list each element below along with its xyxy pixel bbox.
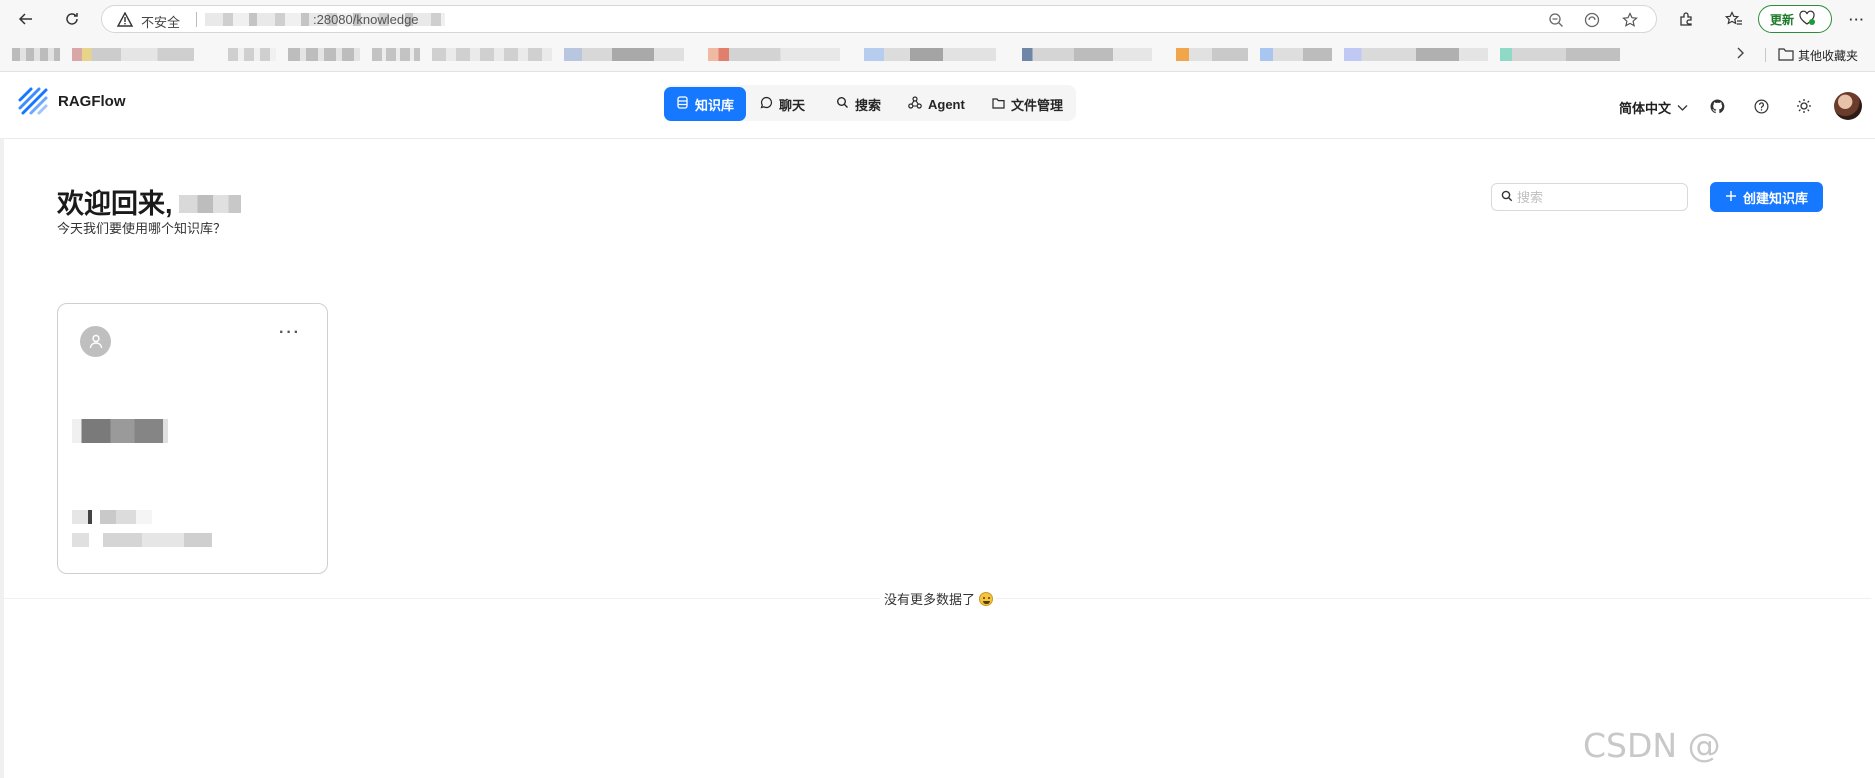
chevron-right-icon[interactable] bbox=[1734, 46, 1746, 63]
bookmark-item[interactable] bbox=[864, 48, 996, 61]
user-icon bbox=[80, 326, 111, 357]
other-favorites-label: 其他收藏夹 bbox=[1798, 49, 1859, 63]
watermark: CSDN @ bbox=[1583, 726, 1721, 765]
user-avatar[interactable] bbox=[1834, 92, 1862, 120]
tab-agent[interactable]: Agent bbox=[896, 87, 977, 121]
tab-search[interactable]: 搜索 bbox=[824, 87, 893, 121]
address-separator bbox=[196, 12, 197, 27]
database-icon bbox=[676, 96, 689, 112]
no-more-label: 没有更多数据了 bbox=[884, 592, 976, 607]
search-icon bbox=[836, 96, 849, 112]
search-input[interactable] bbox=[1517, 189, 1677, 205]
bookmark-item[interactable] bbox=[1176, 48, 1248, 61]
ragflow-logo-icon[interactable] bbox=[17, 86, 49, 119]
other-favorites[interactable]: 其他收藏夹 bbox=[1778, 47, 1858, 64]
bookmark-item[interactable] bbox=[72, 48, 194, 61]
update-label: 更新 bbox=[1770, 12, 1795, 27]
star-icon[interactable] bbox=[1620, 10, 1640, 30]
welcome-text: 欢迎回来, bbox=[57, 189, 173, 219]
folder-icon bbox=[992, 97, 1005, 112]
update-button[interactable]: 更新 bbox=[1758, 5, 1832, 33]
warning-icon[interactable] bbox=[116, 11, 134, 30]
sun-icon[interactable] bbox=[1793, 95, 1815, 117]
agent-graph-icon bbox=[908, 96, 922, 112]
main-nav: 知识库 聊天 搜索 Agent 文件管理 bbox=[664, 85, 1076, 121]
browser-menu-button[interactable]: ··· bbox=[1843, 5, 1871, 33]
bookmark-item[interactable] bbox=[1022, 48, 1152, 61]
plus-icon bbox=[1725, 190, 1737, 205]
extensions-icon[interactable] bbox=[1672, 5, 1700, 33]
chevron-down-icon bbox=[1677, 100, 1688, 115]
tab-label: 文件管理 bbox=[1011, 97, 1064, 113]
grinning-face-icon bbox=[979, 591, 994, 606]
address-bar[interactable]: 不安全 :28080/knowledge bbox=[101, 5, 1657, 33]
bookmark-item[interactable] bbox=[1344, 48, 1488, 61]
language-label: 简体中文 bbox=[1619, 101, 1672, 116]
bookmark-item[interactable] bbox=[288, 48, 360, 61]
insecure-label[interactable]: 不安全 bbox=[141, 12, 180, 31]
app-name[interactable]: RAGFlow bbox=[58, 93, 126, 110]
create-button-label: 创建知识库 bbox=[1742, 190, 1808, 206]
translate-icon[interactable] bbox=[1582, 10, 1602, 30]
bookmark-item[interactable] bbox=[228, 48, 276, 61]
redacted-username bbox=[178, 194, 241, 213]
bookmarks-bar: 其他收藏夹 bbox=[0, 38, 1875, 72]
heart-pulse-icon bbox=[1798, 10, 1816, 29]
bookmark-item[interactable] bbox=[708, 48, 840, 61]
more-options-icon[interactable]: ··· bbox=[279, 324, 301, 342]
bookmark-item[interactable] bbox=[1500, 48, 1620, 61]
app-header: RAGFlow 知识库 聊天 搜索 Agent 文件管理 简体中文 bbox=[0, 73, 1875, 139]
welcome-heading: 欢迎回来, bbox=[57, 182, 241, 221]
bookmark-item[interactable] bbox=[372, 48, 420, 61]
refresh-icon[interactable] bbox=[58, 5, 86, 33]
zoom-out-icon[interactable] bbox=[1546, 10, 1566, 30]
tab-knowledge[interactable]: 知识库 bbox=[664, 87, 747, 121]
tab-label: 搜索 bbox=[855, 97, 882, 113]
list-end-divider bbox=[996, 598, 1871, 599]
favorites-icon[interactable] bbox=[1720, 5, 1748, 33]
bookmark-item[interactable] bbox=[1260, 48, 1332, 61]
tab-files[interactable]: 文件管理 bbox=[980, 87, 1075, 121]
redacted-card-meta bbox=[72, 533, 212, 547]
redacted-card-title bbox=[72, 419, 168, 443]
bookmark-item[interactable] bbox=[432, 48, 552, 61]
tab-label: 知识库 bbox=[695, 97, 735, 113]
page-subtitle: 今天我们要使用哪个知识库？ bbox=[57, 221, 227, 236]
help-icon[interactable] bbox=[1750, 95, 1772, 117]
folder-icon bbox=[1778, 47, 1794, 64]
search-icon bbox=[1501, 190, 1513, 205]
no-more-data: 没有更多数据了 bbox=[884, 589, 994, 608]
list-end-divider bbox=[4, 598, 880, 599]
create-knowledge-base-button[interactable]: 创建知识库 bbox=[1710, 182, 1823, 212]
knowledge-base-card[interactable]: ··· bbox=[57, 303, 328, 574]
search-field[interactable] bbox=[1491, 183, 1688, 211]
url-text[interactable]: :28080/knowledge bbox=[313, 12, 419, 27]
tab-label: 聊天 bbox=[779, 97, 806, 113]
bookmarks-divider bbox=[1765, 48, 1766, 62]
page-left-border bbox=[0, 73, 4, 778]
back-icon[interactable] bbox=[12, 5, 40, 33]
github-icon[interactable] bbox=[1706, 95, 1728, 117]
bookmark-item[interactable] bbox=[564, 48, 684, 61]
tab-label: Agent bbox=[928, 96, 965, 112]
redacted-card-meta bbox=[72, 510, 152, 524]
language-select[interactable]: 简体中文 bbox=[1619, 98, 1688, 117]
chat-bubble-icon bbox=[760, 96, 773, 112]
bookmark-item[interactable] bbox=[12, 48, 60, 61]
tab-chat[interactable]: 聊天 bbox=[748, 87, 817, 121]
browser-toolbar: 不安全 :28080/knowledge 更新 ··· bbox=[0, 0, 1875, 38]
